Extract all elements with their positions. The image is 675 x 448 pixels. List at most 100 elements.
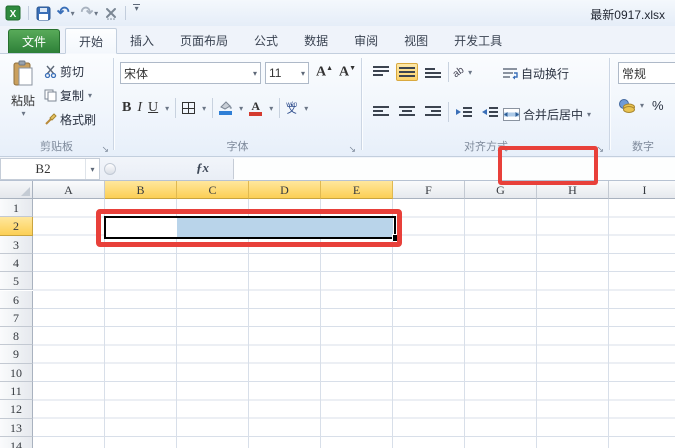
- tab-formulas[interactable]: 公式: [241, 28, 291, 53]
- borders-button[interactable]: [182, 102, 196, 114]
- row-header-13[interactable]: 13: [0, 418, 33, 437]
- insert-function-button[interactable]: ƒx: [196, 160, 209, 176]
- align-middle-button[interactable]: [396, 63, 418, 81]
- accounting-dropdown-icon[interactable]: ▾: [640, 101, 644, 110]
- tab-data[interactable]: 数据: [291, 28, 341, 53]
- column-header-a[interactable]: A: [33, 181, 105, 199]
- fill-color-dropdown-icon[interactable]: ▾: [239, 104, 243, 113]
- tab-insert[interactable]: 插入: [117, 28, 167, 53]
- increase-indent-button[interactable]: [479, 103, 501, 121]
- name-box-dropdown-icon[interactable]: ▾: [85, 159, 99, 179]
- row-header-2[interactable]: 2: [0, 217, 33, 236]
- accounting-format-button[interactable]: ▾: [618, 98, 644, 113]
- row-header-5[interactable]: 5: [0, 272, 33, 291]
- fill-color-button[interactable]: [219, 101, 233, 115]
- bold-button[interactable]: B: [122, 100, 131, 116]
- align-left-button[interactable]: [370, 103, 392, 121]
- row-header-1[interactable]: 1: [0, 199, 33, 218]
- tab-page-layout[interactable]: 页面布局: [167, 28, 241, 53]
- customize-tools-icon[interactable]: [103, 4, 119, 22]
- svg-text:X: X: [10, 9, 17, 20]
- row-header-7[interactable]: 7: [0, 308, 33, 328]
- row-header-4[interactable]: 4: [0, 253, 33, 273]
- name-box[interactable]: B2 ▾: [0, 158, 100, 180]
- group-label-number: 数字: [632, 141, 654, 153]
- paste-icon: [13, 60, 33, 86]
- orientation-button[interactable]: ab ▾: [451, 64, 472, 79]
- format-painter-button[interactable]: 格式刷: [44, 111, 96, 128]
- percent-style-button[interactable]: %: [652, 98, 664, 113]
- font-color-dropdown-icon[interactable]: ▾: [269, 104, 273, 113]
- row-header-11[interactable]: 11: [0, 382, 33, 401]
- column-header-b[interactable]: B: [105, 181, 177, 199]
- merge-center-icon: [503, 107, 520, 121]
- qat-separator: [28, 6, 29, 20]
- number-format-combo[interactable]: 常规▾: [618, 62, 675, 84]
- column-header-e[interactable]: E: [321, 181, 393, 199]
- copy-button[interactable]: 复制 ▾: [44, 87, 96, 104]
- tab-review[interactable]: 审阅: [341, 28, 391, 53]
- excel-window: X ↶ ▾ ↷ ▾ ▾ 最新0917.xlsx 文件 开始 插入 页面布局 公式 数…: [0, 0, 675, 448]
- font-size-combo[interactable]: 11 ▾: [265, 62, 309, 84]
- row-header-12[interactable]: 12: [0, 400, 33, 419]
- quick-access-toolbar: X ↶ ▾ ↷ ▾ ▾: [4, 3, 141, 23]
- align-right-button[interactable]: [422, 103, 444, 121]
- increase-font-size-button[interactable]: A▲: [316, 64, 333, 81]
- paste-dropdown-icon[interactable]: ▾: [21, 109, 25, 118]
- undo-icon[interactable]: ↶ ▾: [56, 4, 76, 22]
- wrap-text-button[interactable]: 自动换行: [503, 62, 569, 84]
- font-color-button[interactable]: A: [249, 100, 263, 116]
- column-header-d[interactable]: D: [249, 181, 321, 199]
- font-size-dropdown-icon[interactable]: ▾: [301, 69, 305, 78]
- font-dialog-launcher-icon[interactable]: ↘: [348, 145, 356, 154]
- qat-separator: [125, 6, 127, 20]
- clipboard-dialog-launcher-icon[interactable]: ↘: [101, 145, 109, 154]
- row-header-8[interactable]: 8: [0, 327, 33, 346]
- row-header-9[interactable]: 9: [0, 345, 33, 364]
- redo-icon[interactable]: ↷ ▾: [80, 4, 100, 22]
- merge-and-center-button[interactable]: 合并后居中 ▾: [503, 102, 591, 126]
- excel-app-icon[interactable]: X: [4, 4, 22, 22]
- row-header-6[interactable]: 6: [0, 290, 33, 309]
- underline-dropdown-icon[interactable]: ▾: [165, 104, 169, 113]
- annotation-box-merge-center: [498, 146, 598, 185]
- copy-dropdown-icon[interactable]: ▾: [88, 91, 92, 100]
- paste-button[interactable]: 粘贴 ▾: [6, 60, 40, 136]
- ribbon: 粘贴 ▾ 剪切 复制 ▾ 格式刷 剪贴板 ↘ 宋体 ▾ 11 ▾ A▲ A▼ B…: [0, 54, 675, 185]
- phonetic-guide-button[interactable]: wén 文: [286, 102, 297, 116]
- title-bar: X ↶ ▾ ↷ ▾ ▾ 最新0917.xlsx: [0, 0, 675, 26]
- cell-reference: B2: [35, 161, 51, 176]
- orientation-dropdown-icon[interactable]: ▾: [468, 68, 472, 77]
- decrease-indent-button[interactable]: [453, 103, 475, 121]
- row-header-3[interactable]: 3: [0, 235, 33, 254]
- font-name-combo[interactable]: 宋体 ▾: [120, 62, 261, 84]
- formula-input[interactable]: [234, 158, 675, 180]
- qat-more-dropdown-icon[interactable]: ▾: [132, 4, 141, 22]
- row-header-14[interactable]: 14: [0, 436, 33, 448]
- underline-button[interactable]: U: [148, 100, 158, 116]
- italic-button[interactable]: I: [137, 100, 142, 116]
- tab-file[interactable]: 文件: [8, 29, 60, 53]
- row-header-10[interactable]: 10: [0, 363, 33, 382]
- tab-view[interactable]: 视图: [391, 28, 441, 53]
- group-alignment: ab ▾ 自动换行 合并后居中 ▾ 对齐方式 ↘: [362, 54, 610, 157]
- column-header-c[interactable]: C: [177, 181, 249, 199]
- column-header-i[interactable]: I: [609, 181, 675, 199]
- align-center-button[interactable]: [396, 103, 418, 121]
- align-bottom-button[interactable]: [422, 63, 444, 81]
- borders-dropdown-icon[interactable]: ▾: [202, 104, 206, 113]
- merge-center-dropdown-icon[interactable]: ▾: [587, 110, 591, 119]
- tab-home[interactable]: 开始: [65, 28, 118, 54]
- column-header-f[interactable]: F: [393, 181, 465, 199]
- group-label-font: 字体: [226, 141, 249, 153]
- cut-icon: [44, 65, 57, 78]
- cut-button[interactable]: 剪切: [44, 63, 96, 80]
- save-icon[interactable]: [35, 4, 52, 22]
- font-name-dropdown-icon[interactable]: ▾: [253, 69, 257, 78]
- decrease-font-size-button[interactable]: A▼: [339, 64, 356, 81]
- annotation-box-selection: [96, 209, 402, 247]
- tab-developer[interactable]: 开发工具: [441, 28, 515, 53]
- phonetic-dropdown-icon[interactable]: ▾: [304, 104, 308, 113]
- align-top-button[interactable]: [370, 63, 392, 81]
- select-all-button[interactable]: [0, 181, 33, 199]
